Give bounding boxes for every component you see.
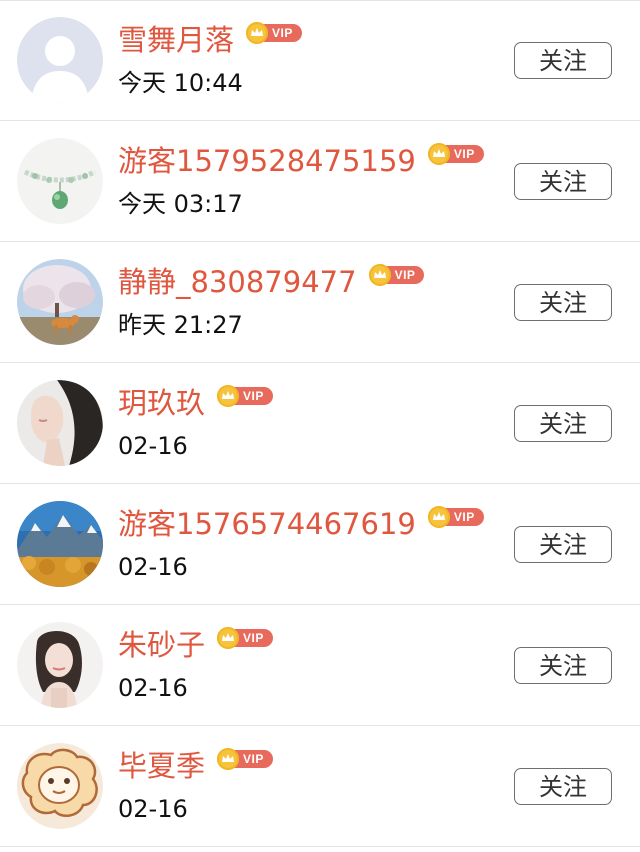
timestamp: 02-16 (118, 432, 188, 460)
follower-list: 雪舞月落 VIP 今天 10:44 关注 游客1579528475159 VIP… (0, 0, 640, 852)
user-name[interactable]: 玥玖玖 (118, 383, 205, 423)
crown-icon (368, 264, 391, 286)
vip-badge: VIP (427, 143, 484, 165)
timestamp: 02-16 (118, 795, 188, 823)
name-line: 游客1579528475159 VIP (118, 141, 484, 181)
vip-badge: VIP (427, 506, 484, 528)
vip-badge: VIP (217, 627, 273, 649)
vip-badge: VIP (368, 264, 425, 286)
crown-icon (427, 143, 450, 165)
timestamp: 昨天 21:27 (118, 311, 243, 339)
default-avatar-icon (17, 17, 103, 103)
vip-badge: VIP (246, 22, 302, 44)
avatar[interactable] (17, 259, 103, 345)
crown-icon (217, 748, 240, 770)
follow-button[interactable]: 关注 (514, 405, 612, 442)
woman-portrait-photo (17, 622, 103, 708)
list-item[interactable]: 玥玖玖 VIP 02-16 关注 (0, 363, 640, 484)
bracelet-photo (17, 138, 103, 224)
crown-icon (427, 506, 450, 528)
timestamp: 今天 10:44 (118, 69, 243, 97)
crown-icon (217, 385, 240, 407)
list-item[interactable]: 朱砂子 VIP 02-16 关注 (0, 605, 640, 726)
woman-portrait-photo (17, 380, 103, 466)
crown-icon (217, 627, 240, 649)
user-name[interactable]: 雪舞月落 (118, 20, 234, 60)
avatar[interactable] (17, 380, 103, 466)
list-item[interactable]: 游客1576574467619 VIP 02-16 关注 (0, 484, 640, 605)
user-name[interactable]: 朱砂子 (118, 625, 205, 665)
list-item[interactable]: 毕夏季 VIP 02-16 关注 (0, 726, 640, 847)
timestamp: 今天 03:17 (118, 190, 243, 218)
vip-badge: VIP (217, 748, 273, 770)
name-line: 朱砂子 VIP (118, 625, 273, 665)
avatar[interactable] (17, 622, 103, 708)
follow-button[interactable]: 关注 (514, 768, 612, 805)
vip-badge: VIP (217, 385, 273, 407)
timestamp: 02-16 (118, 553, 188, 581)
follow-button[interactable]: 关注 (514, 526, 612, 563)
timestamp: 02-16 (118, 674, 188, 702)
avatar[interactable] (17, 501, 103, 587)
name-line: 玥玖玖 VIP (118, 383, 273, 423)
follow-button[interactable]: 关注 (514, 163, 612, 200)
list-item[interactable]: 雪舞月落 VIP 今天 10:44 关注 (0, 0, 640, 121)
list-item[interactable]: 静静_830879477 VIP 昨天 21:27 关注 (0, 242, 640, 363)
name-line: 静静_830879477 VIP (118, 262, 425, 302)
name-line: 雪舞月落 VIP (118, 20, 302, 60)
list-item[interactable]: 游客1579528475159 VIP 今天 03:17 关注 (0, 121, 640, 242)
dog-tree-photo (17, 259, 103, 345)
mountain-landscape-photo (17, 501, 103, 587)
avatar[interactable] (17, 743, 103, 829)
follow-button[interactable]: 关注 (514, 647, 612, 684)
name-line: 毕夏季 VIP (118, 746, 273, 786)
name-line: 游客1576574467619 VIP (118, 504, 484, 544)
follow-button[interactable]: 关注 (514, 284, 612, 321)
user-name[interactable]: 游客1576574467619 (118, 504, 416, 544)
cartoon-sheep-icon (17, 743, 103, 829)
avatar[interactable] (17, 17, 103, 103)
crown-icon (246, 22, 269, 44)
avatar[interactable] (17, 138, 103, 224)
user-name[interactable]: 游客1579528475159 (118, 141, 416, 181)
user-name[interactable]: 毕夏季 (118, 746, 205, 786)
user-name[interactable]: 静静_830879477 (118, 262, 357, 302)
follow-button[interactable]: 关注 (514, 42, 612, 79)
